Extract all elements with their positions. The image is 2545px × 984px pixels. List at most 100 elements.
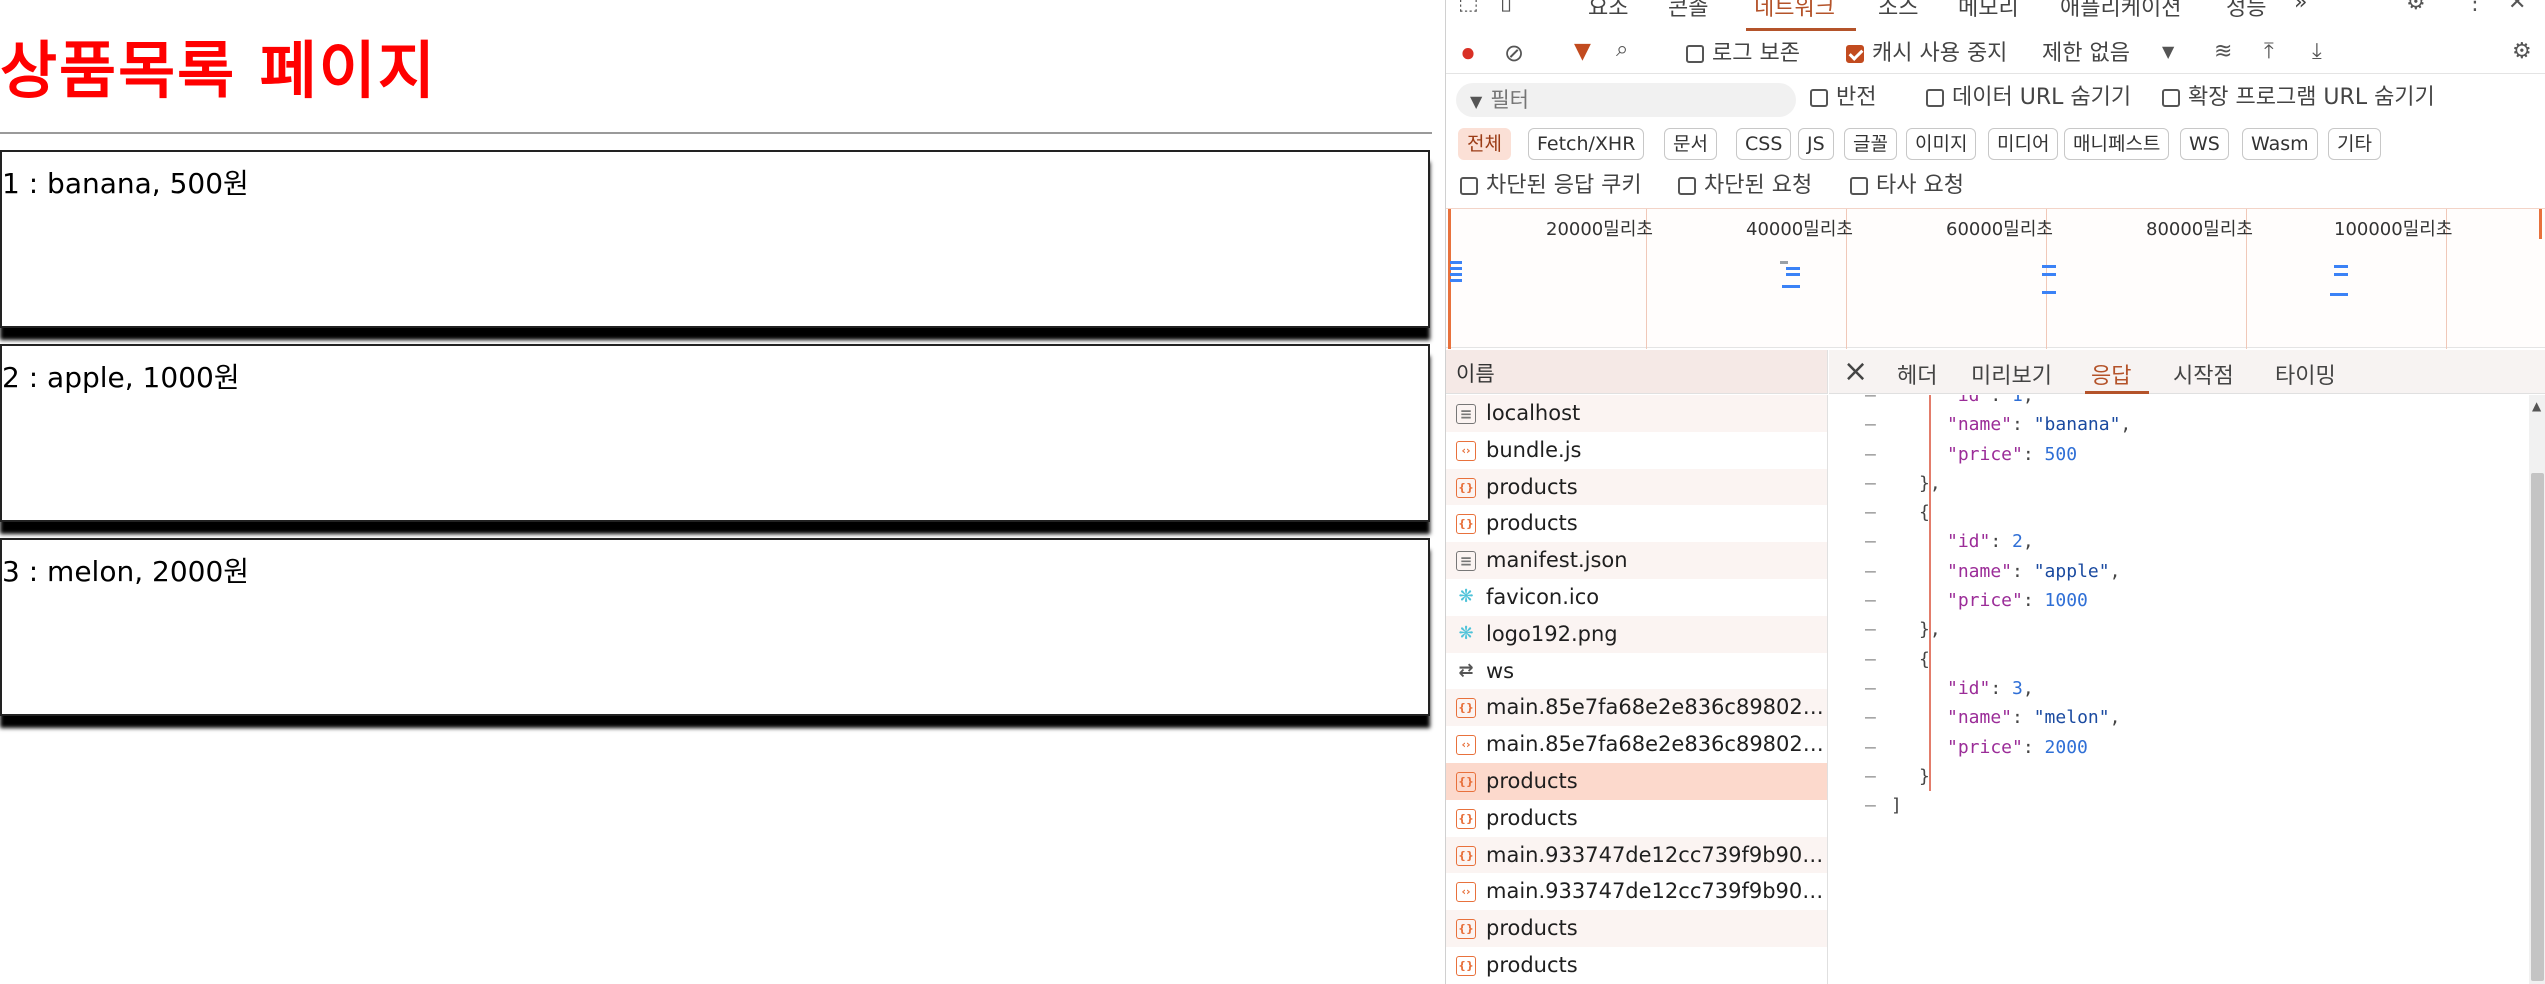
- chip-fetch-xhr[interactable]: Fetch/XHR: [1528, 128, 1645, 160]
- export-har-icon[interactable]: ⤓: [2312, 41, 2322, 63]
- chip-wasm[interactable]: Wasm: [2242, 128, 2318, 160]
- chip-manifest[interactable]: 매니페스트: [2064, 128, 2170, 160]
- code-line: – "id": 2,: [1829, 527, 2529, 557]
- request-row[interactable]: {} products: [1446, 762, 1827, 800]
- request-row[interactable]: ‹› main.933747de12cc739f9b90.hot...: [1446, 873, 1827, 910]
- chip-media[interactable]: 미디어: [1988, 128, 2059, 160]
- settings-icon[interactable]: ⚙: [2406, 0, 2426, 14]
- timeline-label: 20000밀리초: [1546, 219, 1653, 240]
- chip-font[interactable]: 글꼴: [1844, 128, 1897, 160]
- colon: :: [2012, 414, 2034, 436]
- hide-data-urls-checkbox[interactable]: 데이터 URL 숨기기: [1926, 84, 2131, 112]
- more-tabs-button[interactable]: »: [2294, 0, 2307, 15]
- code-line: – "name": "melon",: [1829, 703, 2529, 733]
- hide-extension-urls-checkbox[interactable]: 확장 프로그램 URL 숨기기: [2162, 84, 2435, 112]
- chip-doc[interactable]: 문서: [1664, 128, 1717, 160]
- timeline-request-mark: [1782, 285, 1800, 288]
- tab-console[interactable]: 콘솔: [1668, 0, 1708, 22]
- filter-input[interactable]: [1490, 88, 1771, 112]
- request-row[interactable]: ‹› bundle.js: [1446, 432, 1827, 469]
- request-type-filters: 전체 Fetch/XHR 문서 CSS JS 글꼴 이미지 미디어 매니페스트 …: [1446, 126, 2545, 162]
- tab-network[interactable]: 네트워크: [1754, 0, 1835, 22]
- request-list-header[interactable]: 이름: [1446, 350, 1828, 394]
- chip-css[interactable]: CSS: [1736, 128, 1792, 160]
- chip-ws[interactable]: WS: [2180, 128, 2229, 160]
- tab-sources[interactable]: 소스: [1878, 0, 1918, 22]
- request-row[interactable]: ≡ localhost: [1446, 395, 1827, 432]
- throttling-select[interactable]: 제한 없음: [2042, 40, 2130, 68]
- chip-img[interactable]: 이미지: [1906, 128, 1977, 160]
- indent-guide: [1929, 732, 1931, 762]
- tab-application[interactable]: 애플리케이션: [2060, 0, 2181, 22]
- script-icon: ‹›: [1456, 735, 1476, 756]
- network-timeline-overview[interactable]: 20000밀리초 40000밀리초 60000밀리초 80000밀리초 1000…: [1446, 208, 2545, 349]
- request-name: products: [1486, 768, 1578, 793]
- request-name: products: [1486, 916, 1578, 941]
- kebab-menu-icon[interactable]: ⋮: [2464, 0, 2486, 14]
- active-detail-tab-indicator: [2085, 391, 2149, 394]
- disable-cache-checkbox[interactable]: 캐시 사용 중지: [1846, 40, 2007, 68]
- json-key: "id": [1947, 395, 1991, 406]
- clear-icon[interactable]: ⊘: [1504, 41, 1524, 65]
- request-row[interactable]: {} products: [1446, 468, 1827, 506]
- request-row[interactable]: {} products: [1446, 800, 1827, 837]
- request-row[interactable]: ‹› main.85e7fa68e2e836c89802.hot...: [1446, 726, 1827, 763]
- tab-response[interactable]: 응답: [2091, 358, 2131, 390]
- search-icon[interactable]: ⌕: [1616, 39, 1628, 61]
- filter-box[interactable]: ▼: [1456, 83, 1796, 117]
- request-row[interactable]: {} products: [1446, 910, 1827, 947]
- timeline-request-mark: [1780, 261, 1788, 264]
- request-row[interactable]: {} products: [1446, 947, 1827, 984]
- request-row[interactable]: {} main.933747de12cc739f9b90.hot...: [1446, 836, 1827, 874]
- network-conditions-icon[interactable]: ≋: [2214, 41, 2232, 63]
- inspect-element-icon[interactable]: ⬚: [1458, 0, 1479, 14]
- json-value: "apple": [2033, 560, 2110, 582]
- tab-performance[interactable]: 성능: [2226, 0, 2266, 22]
- tab-timing[interactable]: 타이밍: [2275, 358, 2336, 390]
- device-toolbar-icon[interactable]: ▯: [1500, 0, 1512, 14]
- scroll-thumb[interactable]: [2531, 473, 2544, 981]
- tab-initiator[interactable]: 시작점: [2173, 358, 2234, 390]
- chip-js[interactable]: JS: [1798, 128, 1834, 160]
- fetch-icon: {}: [1456, 919, 1476, 940]
- third-party-checkbox[interactable]: 타사 요청: [1850, 172, 1964, 200]
- scroll-up-icon[interactable]: ▲: [2532, 399, 2541, 413]
- chip-other[interactable]: 기타: [2328, 128, 2381, 160]
- throttling-value: 제한 없음: [2042, 41, 2130, 66]
- tab-headers[interactable]: 헤더: [1897, 358, 1937, 390]
- record-stop-icon[interactable]: ⏺: [1462, 41, 1474, 65]
- preserve-log-label: 로그 보존: [1712, 41, 1800, 66]
- timeline-request-mark: [2334, 265, 2348, 268]
- response-scrollbar[interactable]: ▲: [2529, 395, 2545, 984]
- indent-guide: [1929, 586, 1931, 616]
- preserve-log-checkbox[interactable]: 로그 보존: [1686, 40, 1800, 68]
- request-row[interactable]: {} main.85e7fa68e2e836c89802.hot...: [1446, 689, 1827, 727]
- json-value: "melon": [2033, 707, 2110, 729]
- punctuation-text: {: [1919, 648, 1930, 670]
- tab-elements[interactable]: 요소: [1588, 0, 1628, 22]
- indent-guide: [1929, 703, 1931, 733]
- colon: :: [2022, 736, 2045, 758]
- request-row[interactable]: ❋ logo192.png: [1446, 615, 1827, 653]
- tab-preview[interactable]: 미리보기: [1971, 358, 2052, 390]
- tab-memory[interactable]: 메모리: [1958, 0, 2019, 22]
- request-row[interactable]: ❋ favicon.ico: [1446, 579, 1827, 616]
- chevron-down-icon[interactable]: ▼: [2162, 44, 2174, 60]
- filter-funnel-icon: ▼: [1470, 92, 1483, 111]
- request-row[interactable]: {} products: [1446, 505, 1827, 542]
- request-row[interactable]: ⇄ ws: [1446, 653, 1827, 690]
- blocked-cookies-checkbox[interactable]: 차단된 응답 쿠키: [1460, 172, 1642, 200]
- network-settings-icon[interactable]: ⚙: [2512, 41, 2532, 63]
- import-har-icon[interactable]: ⤒: [2264, 41, 2274, 63]
- invert-checkbox[interactable]: 반전: [1810, 84, 1876, 112]
- response-body-viewer[interactable]: – "id": 1, – "name": "banana", – "price": 500…: [1829, 395, 2529, 984]
- chip-all[interactable]: 전체: [1458, 128, 1511, 160]
- json-key: "price": [1947, 443, 2023, 465]
- timeline-end-handle[interactable]: [2539, 209, 2542, 239]
- close-devtools-icon[interactable]: ✕: [2508, 0, 2526, 14]
- devtools-panel: ⬚ ▯ 요소 콘솔 네트워크 소스 메모리 애플리케이션 성능 » ⚙ ⋮ ✕ …: [1445, 0, 2545, 984]
- blocked-requests-checkbox[interactable]: 차단된 요청: [1678, 172, 1812, 200]
- close-icon[interactable]: ×: [1843, 354, 1868, 389]
- request-row[interactable]: ≡ manifest.json: [1446, 542, 1827, 579]
- filter-icon[interactable]: ▼: [1574, 41, 1591, 63]
